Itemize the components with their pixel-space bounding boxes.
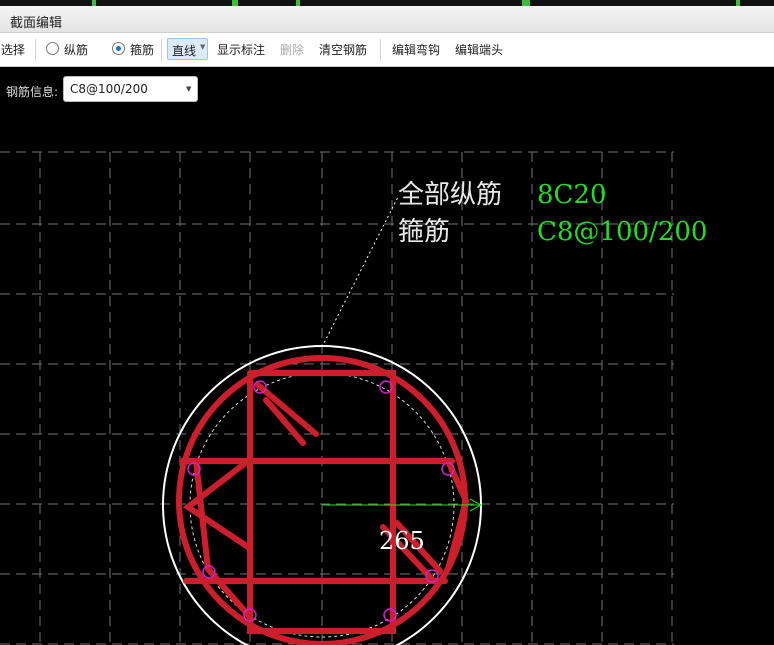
edit-hook-button[interactable]: 编辑弯钩: [392, 41, 440, 58]
stirrup-annotation-label: 箍筋: [398, 217, 451, 247]
all-longitudinal-value: 8C20: [537, 180, 607, 210]
edit-end-button[interactable]: 编辑端头: [455, 41, 503, 58]
show-labels-button[interactable]: 显示标注: [217, 41, 265, 58]
radius-dimension-text: 265: [379, 527, 425, 555]
line-mode-label: 直线: [172, 44, 197, 58]
rebar-info-select[interactable]: C8@100/200 ▼: [63, 76, 198, 102]
title-bar: 截面编辑: [0, 6, 774, 33]
rebar-info-label: 钢筋信息:: [6, 85, 59, 99]
toolbar-separator: [35, 39, 36, 61]
leader-line: [321, 196, 399, 348]
longitudinal-radio[interactable]: [46, 42, 59, 55]
toolbar-separator: [380, 39, 381, 61]
radius-dimension: [322, 498, 483, 512]
chevron-down-icon: ▼: [186, 85, 192, 93]
longitudinal-label[interactable]: 纵筋: [64, 41, 88, 58]
rebar-info-value: C8@100/200: [70, 82, 148, 96]
stirrup-label[interactable]: 箍筋: [130, 41, 154, 58]
drawing-canvas[interactable]: [0, 109, 774, 645]
stirrup-radio[interactable]: [112, 42, 125, 55]
chevron-down-icon: ▼: [200, 43, 206, 51]
delete-button[interactable]: 删除: [280, 41, 304, 58]
toolbar: 选择 纵筋 箍筋 直线 ▼ 显示标注 删除 清空钢筋 编辑弯钩 编辑端头: [0, 33, 774, 67]
stirrup-annotation-value: C8@100/200: [537, 217, 708, 247]
select-button[interactable]: 选择: [1, 41, 25, 58]
all-longitudinal-label: 全部纵筋: [398, 180, 503, 210]
line-mode-dropdown[interactable]: 直线 ▼: [167, 38, 208, 60]
toolbar-separator: [161, 39, 162, 61]
left-stirrup: [193, 458, 253, 620]
window-title: 截面编辑: [10, 16, 63, 31]
clear-rebar-button[interactable]: 清空钢筋: [319, 41, 367, 58]
rebar-markers: [187, 380, 455, 622]
